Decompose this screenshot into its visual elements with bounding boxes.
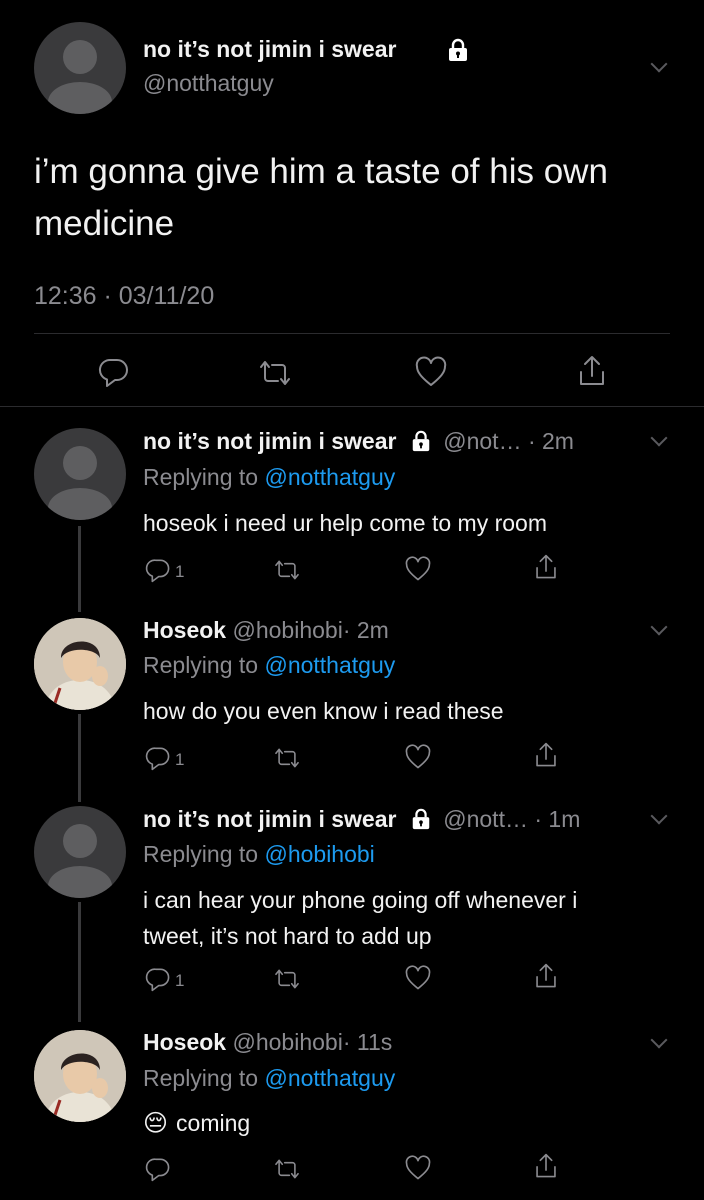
reply-icon[interactable]: [145, 745, 171, 771]
author-name[interactable]: Hoseok: [143, 1029, 226, 1055]
reply-icon[interactable]: [145, 966, 171, 992]
share-icon[interactable]: [533, 1152, 559, 1180]
tweet-text-line: i’m gonna give him a taste of his own: [34, 152, 608, 191]
reply-text-line: how do you even know i read these: [143, 698, 504, 724]
thread-line: [78, 902, 81, 1022]
chevron-down-icon[interactable]: [650, 55, 668, 73]
share-icon[interactable]: [533, 962, 559, 990]
retweet-icon[interactable]: [272, 1157, 302, 1181]
replying-to: Replying to @hobihobi: [143, 841, 375, 868]
replying-to-link[interactable]: @notthatguy: [264, 652, 395, 678]
retweet-icon[interactable]: [272, 746, 302, 770]
reply-icon[interactable]: [98, 356, 130, 388]
reply-icon[interactable]: [145, 557, 171, 583]
like-icon[interactable]: [404, 556, 432, 582]
replying-to: Replying to @notthatguy: [143, 1065, 395, 1092]
reply-header: no it’s not jimin i swear @not… · 2m: [143, 428, 574, 455]
reply-count: 1: [175, 971, 185, 990]
avatar[interactable]: [34, 22, 126, 114]
author-name[interactable]: no it’s not jimin i swear: [143, 806, 396, 832]
author-handle[interactable]: @nott…: [443, 806, 528, 832]
lock-icon: [409, 430, 433, 452]
author-handle[interactable]: @hobihobi: [232, 1029, 342, 1055]
reply-count: 1: [175, 562, 185, 581]
chevron-down-icon[interactable]: [650, 1031, 668, 1049]
tweet-text: i’m gonna give him a taste of his own me…: [34, 146, 608, 250]
retweet-icon[interactable]: [256, 358, 294, 388]
reply-text-line: tweet, it’s not hard to add up: [143, 923, 432, 949]
share-icon[interactable]: [533, 741, 559, 769]
replying-to-link[interactable]: @notthatguy: [264, 464, 395, 490]
author-handle[interactable]: @not…: [443, 428, 521, 454]
reply-text: i can hear your phone going off whenever…: [143, 882, 577, 954]
avatar[interactable]: [34, 1030, 126, 1122]
divider: [34, 333, 670, 334]
author-handle[interactable]: @notthatguy: [143, 70, 274, 97]
avatar[interactable]: [34, 428, 126, 520]
thread-line: [78, 714, 81, 802]
reply-header: no it’s not jimin i swear @nott… · 1m: [143, 806, 580, 833]
replying-to-label: Replying to: [143, 841, 265, 867]
reply-text: how do you even know i read these: [143, 694, 504, 728]
thread-line: [78, 526, 81, 612]
reply-time[interactable]: · 11s: [343, 1029, 392, 1055]
reply-time[interactable]: · 1m: [534, 806, 580, 832]
reply-text-line: coming: [176, 1110, 251, 1136]
chevron-down-icon[interactable]: [650, 429, 668, 447]
avatar[interactable]: [34, 618, 126, 710]
like-icon[interactable]: [404, 744, 432, 770]
replying-to-link[interactable]: @hobihobi: [264, 841, 374, 867]
tweet-text-line: medicine: [34, 204, 175, 243]
author-name[interactable]: no it’s not jimin i swear: [143, 428, 396, 454]
reply-text: 😔 coming: [143, 1106, 250, 1141]
chevron-down-icon[interactable]: [650, 618, 668, 636]
reply-text-line: hoseok i need ur help come to my room: [143, 510, 547, 536]
replying-to-label: Replying to: [143, 464, 265, 490]
replying-to: Replying to @notthatguy: [143, 652, 395, 679]
like-icon[interactable]: [404, 965, 432, 991]
lock-icon: [446, 38, 470, 62]
author-name[interactable]: no it’s not jimin i swear: [143, 36, 396, 63]
share-icon[interactable]: [576, 354, 608, 388]
author-handle[interactable]: @hobihobi: [232, 617, 342, 643]
divider: [0, 406, 704, 407]
lock-icon: [409, 808, 433, 830]
chevron-down-icon[interactable]: [650, 807, 668, 825]
replying-to-link[interactable]: @notthatguy: [264, 1065, 395, 1091]
like-icon[interactable]: [414, 356, 448, 388]
retweet-icon[interactable]: [272, 967, 302, 991]
avatar[interactable]: [34, 806, 126, 898]
share-icon[interactable]: [533, 553, 559, 581]
reply-text-line: i can hear your phone going off whenever…: [143, 887, 578, 913]
reply-header: Hoseok @hobihobi· 2m: [143, 617, 389, 644]
pensive-emoji: 😔: [143, 1110, 169, 1137]
retweet-icon[interactable]: [272, 558, 302, 582]
author-name[interactable]: Hoseok: [143, 617, 226, 643]
timestamp[interactable]: 12:36 · 03/11/20: [34, 282, 214, 311]
reply-text: hoseok i need ur help come to my room: [143, 506, 547, 540]
replying-to-label: Replying to: [143, 652, 265, 678]
reply-time[interactable]: · 2m: [528, 428, 574, 454]
reply-time[interactable]: · 2m: [343, 617, 389, 643]
reply-header: Hoseok @hobihobi· 11s: [143, 1029, 392, 1056]
replying-to-label: Replying to: [143, 1065, 265, 1091]
reply-count: 1: [175, 750, 185, 769]
reply-icon[interactable]: [145, 1156, 171, 1182]
replying-to: Replying to @notthatguy: [143, 464, 395, 491]
like-icon[interactable]: [404, 1155, 432, 1181]
